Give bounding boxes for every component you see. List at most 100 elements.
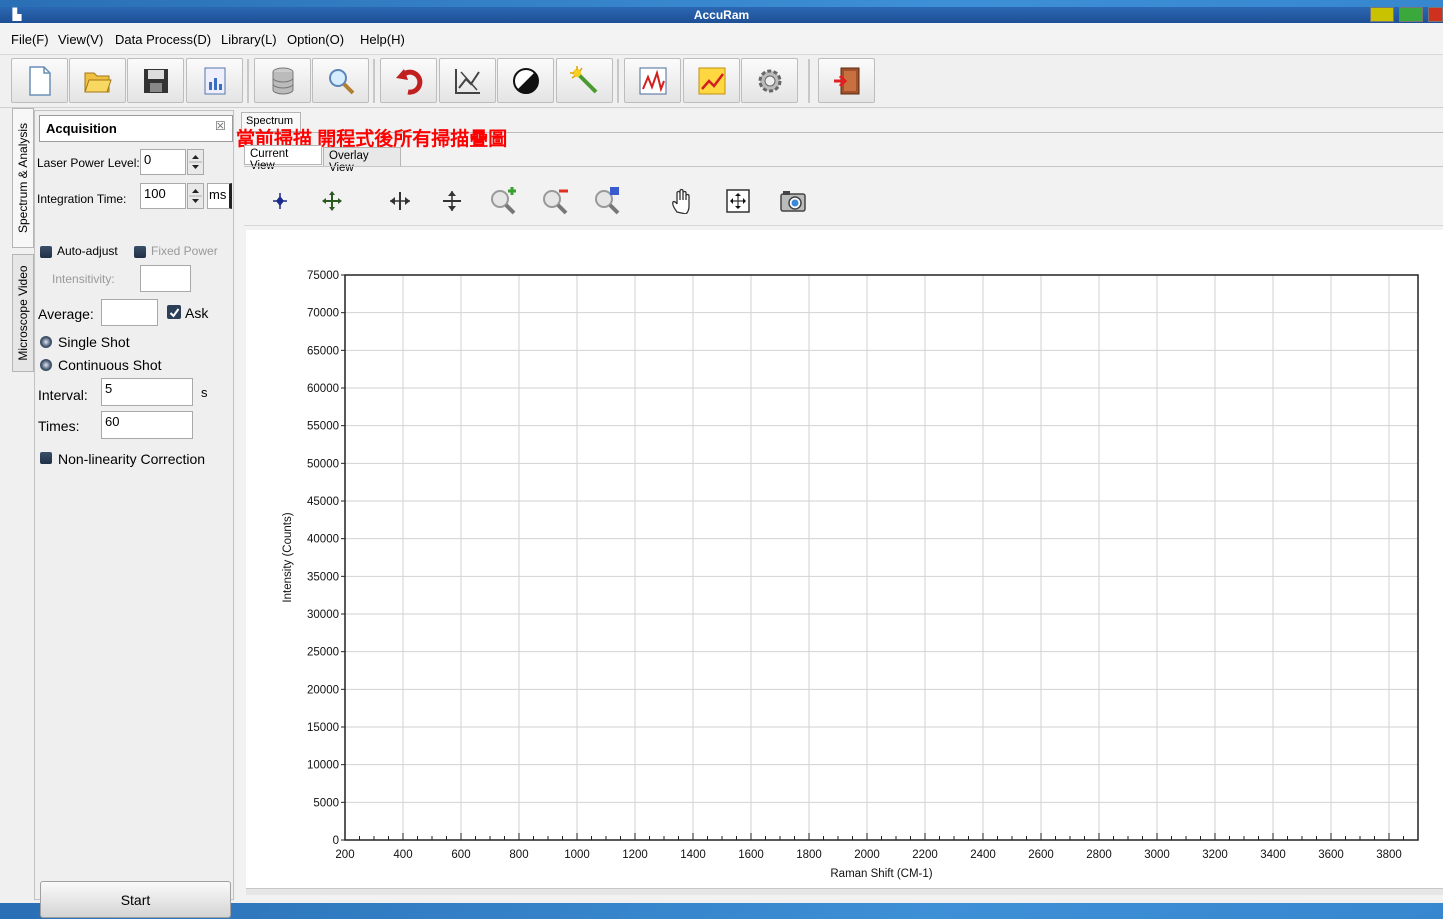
- x-tick-label: 2200: [912, 849, 938, 861]
- menu-library[interactable]: Library(L): [221, 32, 277, 47]
- settings-gear-icon[interactable]: [741, 58, 798, 103]
- x-tick-label: 2000: [854, 849, 880, 861]
- laser-power-stepper[interactable]: [187, 149, 204, 175]
- save-icon[interactable]: [127, 58, 184, 103]
- tab-current-view[interactable]: Current View: [244, 145, 322, 172]
- laser-power-input[interactable]: 0: [140, 149, 186, 175]
- integration-time-input[interactable]: 100: [140, 183, 186, 209]
- tab-microscope-video[interactable]: Microscope Video: [12, 254, 34, 372]
- y-tick-label: 75000: [307, 270, 339, 282]
- pan-move-icon[interactable]: [314, 183, 350, 219]
- cursor-pointer-icon[interactable]: [262, 183, 298, 219]
- menu-option[interactable]: Option(O): [287, 32, 344, 47]
- fit-to-window-icon[interactable]: [720, 183, 756, 219]
- interval-input[interactable]: 5: [101, 378, 193, 406]
- y-tick-label: 55000: [307, 421, 339, 433]
- maximize-button[interactable]: [1399, 7, 1423, 22]
- spectrum-panel: Spectrum 當前掃描 開程式後所有掃描疊圖 Current View Ov…: [236, 110, 1443, 900]
- times-label: Times:: [38, 418, 80, 434]
- nonlinearity-checkbox[interactable]: [40, 452, 52, 464]
- fixed-power-checkbox[interactable]: [134, 246, 146, 258]
- y-axis-label: Intensity (Counts): [282, 512, 294, 602]
- zoom-vertical-icon[interactable]: [434, 183, 470, 219]
- single-shot-radio[interactable]: [40, 336, 52, 348]
- y-tick-label: 15000: [307, 722, 339, 734]
- fixed-power-label: Fixed Power: [151, 244, 218, 258]
- minimize-button[interactable]: [1370, 7, 1394, 22]
- close-button[interactable]: [1428, 7, 1443, 22]
- tab-divider: [244, 166, 1443, 167]
- x-tick-label: 2800: [1086, 849, 1112, 861]
- window-title: AccuRam: [693, 8, 750, 22]
- toolbar-separator: [373, 59, 375, 103]
- title-bar: ▙ AccuRam: [0, 7, 1443, 23]
- zoom-fit-icon[interactable]: [589, 183, 625, 219]
- exit-door-icon[interactable]: [818, 58, 875, 103]
- trend-chart-icon[interactable]: [683, 58, 740, 103]
- integration-unit-select[interactable]: ms: [207, 183, 232, 209]
- x-tick-label: 1200: [622, 849, 648, 861]
- menu-data-process[interactable]: Data Process(D): [115, 32, 211, 47]
- interval-unit: s: [201, 385, 208, 400]
- y-tick-label: 40000: [307, 534, 339, 546]
- intensitivity-input[interactable]: [140, 265, 191, 292]
- x-tick-label: 600: [451, 849, 470, 861]
- search-icon[interactable]: [312, 58, 369, 103]
- contrast-icon[interactable]: [497, 58, 554, 103]
- chart-edit-icon[interactable]: [439, 58, 496, 103]
- x-tick-label: 2600: [1028, 849, 1054, 861]
- menu-view[interactable]: View(V): [58, 32, 103, 47]
- y-tick-label: 65000: [307, 345, 339, 357]
- app-icon: ▙: [12, 9, 22, 21]
- acquisition-panel: Acquisition ☒ Laser Power Level: 0 Integ…: [34, 110, 234, 918]
- database-icon[interactable]: [254, 58, 311, 103]
- camera-snapshot-icon[interactable]: [775, 183, 811, 219]
- integration-time-label: Integration Time:: [37, 192, 127, 206]
- average-label: Average:: [38, 306, 94, 322]
- x-tick-label: 3000: [1144, 849, 1170, 861]
- integration-time-stepper[interactable]: [187, 183, 204, 209]
- undo-icon[interactable]: [380, 58, 437, 103]
- tab-spectrum-analysis-label: Spectrum & Analysis: [16, 122, 30, 234]
- open-folder-icon[interactable]: [69, 58, 126, 103]
- zoom-in-icon[interactable]: [485, 183, 521, 219]
- times-input[interactable]: 60: [101, 411, 193, 439]
- toolbar-separator: [617, 59, 619, 103]
- zoom-horizontal-icon[interactable]: [382, 183, 418, 219]
- report-icon[interactable]: [186, 58, 243, 103]
- spectrum-chart[interactable]: 200 400 600 800 1000 1200 1400 1600 1800 2000 2200…: [246, 230, 1443, 895]
- y-tick-label: 20000: [307, 684, 339, 696]
- side-tab-strip: Spectrum & Analysis Microscope Video: [12, 108, 34, 378]
- ask-checkbox[interactable]: [167, 305, 181, 319]
- hand-pan-icon[interactable]: [665, 183, 701, 219]
- chart-scrollbar[interactable]: [246, 888, 1443, 895]
- y-tick-label: 50000: [307, 458, 339, 470]
- tab-spectrum-analysis[interactable]: Spectrum & Analysis: [12, 108, 34, 248]
- acquisition-title: Acquisition: [46, 121, 117, 136]
- new-file-icon[interactable]: [11, 58, 68, 103]
- app-window: File(F) View(V) Data Process(D) Library(…: [0, 23, 1443, 918]
- menu-bar: File(F) View(V) Data Process(D) Library(…: [0, 23, 1443, 54]
- toolbar-separator: [808, 59, 810, 103]
- panel-close-icon[interactable]: ☒: [215, 119, 226, 133]
- menu-help[interactable]: Help(H): [360, 32, 405, 47]
- spectrum-chart-icon[interactable]: [624, 58, 681, 103]
- auto-adjust-label: Auto-adjust: [57, 244, 118, 258]
- average-input[interactable]: [101, 299, 158, 326]
- start-button[interactable]: Start: [40, 881, 231, 918]
- y-tick-label: 5000: [313, 797, 339, 809]
- auto-adjust-checkbox[interactable]: [40, 246, 52, 258]
- x-tick-label: 400: [393, 849, 412, 861]
- menu-file[interactable]: File(F): [11, 32, 49, 47]
- continuous-shot-label: Continuous Shot: [58, 357, 162, 373]
- chart-container: 200 400 600 800 1000 1200 1400 1600 1800 2000 2200…: [246, 230, 1443, 895]
- toolbar-separator: [247, 59, 249, 103]
- tab-overlay-view[interactable]: Overlay View: [323, 147, 401, 174]
- x-tick-label: 2400: [970, 849, 996, 861]
- laser-power-label: Laser Power Level:: [37, 156, 140, 170]
- zoom-out-icon[interactable]: [537, 183, 573, 219]
- x-tick-label: 1800: [796, 849, 822, 861]
- x-tick-label: 1600: [738, 849, 764, 861]
- magic-wand-icon[interactable]: [556, 58, 613, 103]
- continuous-shot-radio[interactable]: [40, 359, 52, 371]
